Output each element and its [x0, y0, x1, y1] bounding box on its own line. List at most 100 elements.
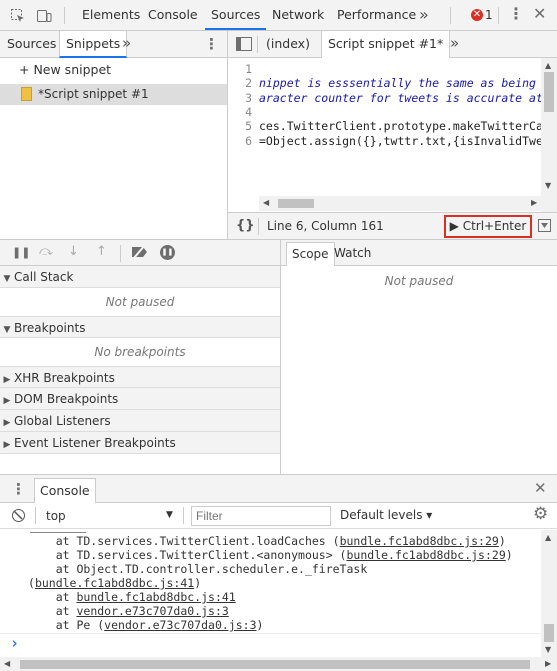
- source-link[interactable]: bundle.fc1abd8dbc.js:29: [340, 534, 499, 548]
- scope-tabbar: Scope Watch: [281, 240, 557, 266]
- call-stack-label: Call Stack: [14, 270, 74, 284]
- source-link[interactable]: vendor.e73c707da0.js:3: [104, 618, 256, 632]
- console-output[interactable]: at TD.services.TwitterClient.loadCaches …: [0, 530, 541, 657]
- close-devtools-icon[interactable]: ✕: [533, 6, 546, 22]
- deactivate-breakpoints-icon[interactable]: [131, 244, 149, 263]
- toolbar-divider: [64, 7, 65, 24]
- console-vertical-scrollbar[interactable]: ▲ ▼: [541, 530, 557, 657]
- tab-network[interactable]: Network: [266, 0, 330, 30]
- console-message-line: at bundle.fc1abd8dbc.js:41: [28, 590, 236, 604]
- scroll-down-arrow[interactable]: ▼: [545, 645, 551, 654]
- console-filter-input[interactable]: [191, 506, 331, 526]
- pause-icon[interactable]: ❚❚: [12, 246, 30, 260]
- pause-on-exceptions-icon[interactable]: ❚❚: [160, 245, 175, 260]
- navigator-menu-icon[interactable]: ⋮: [204, 37, 219, 52]
- console-horizontal-scrollbar[interactable]: ◀ ▶: [0, 657, 557, 671]
- snippet-file-icon: [21, 87, 32, 101]
- console-message-line: at Object.TD.controller.scheduler.e._fir…: [28, 562, 368, 576]
- scroll-up-arrow[interactable]: ▲: [545, 533, 551, 542]
- kebab-menu-icon[interactable]: ⋮: [508, 6, 524, 22]
- collapsed-triangle-icon: ▶: [3, 418, 11, 428]
- snippet-item[interactable]: *Script snippet #1: [0, 84, 227, 105]
- editor-tab-index[interactable]: (index): [266, 31, 310, 58]
- device-toolbar-icon[interactable]: [36, 8, 52, 28]
- collapsed-triangle-icon: ▶: [3, 440, 11, 450]
- navigator-tab-snippets[interactable]: Snippets: [59, 31, 128, 58]
- tab-console[interactable]: Console: [142, 0, 204, 30]
- new-snippet-button[interactable]: + New snippet: [19, 62, 111, 77]
- toolbar-divider: [258, 218, 259, 235]
- scrollbar-thumb[interactable]: [544, 624, 554, 642]
- breakpoints-label: Breakpoints: [14, 321, 86, 335]
- inspect-element-icon[interactable]: [10, 8, 26, 28]
- step-over-icon[interactable]: ⤼: [39, 245, 53, 259]
- xhr-breakpoints-header[interactable]: ▶ XHR Breakpoints: [0, 366, 280, 388]
- scope-panel: Scope Watch Not paused: [281, 240, 557, 474]
- scroll-right-arrow[interactable]: ▶: [545, 659, 551, 668]
- dom-breakpoints-header[interactable]: ▶ DOM Breakpoints: [0, 388, 280, 410]
- editor-tabbar: (index) Script snippet #1* »: [228, 31, 557, 58]
- tab-scope[interactable]: Scope: [286, 242, 335, 266]
- pretty-print-button[interactable]: {}: [236, 218, 255, 233]
- event-listener-breakpoints-label: Event Listener Breakpoints: [14, 436, 176, 450]
- source-link[interactable]: bundle.fc1abd8dbc.js:41: [35, 576, 194, 590]
- call-stack-status: Not paused: [105, 295, 175, 309]
- scroll-up-arrow[interactable]: ▲: [545, 61, 551, 70]
- scroll-left-arrow[interactable]: ◀: [263, 198, 269, 207]
- more-tabs-button[interactable]: »: [419, 5, 429, 24]
- editor-tab-snippet[interactable]: Script snippet #1*: [321, 31, 451, 58]
- editor-panel: (index) Script snippet #1* » 1 2 nippet is…: [228, 31, 557, 239]
- drawer-menu-icon[interactable]: ⋮: [11, 482, 26, 497]
- tab-elements[interactable]: Elements: [76, 0, 146, 30]
- error-icon[interactable]: ✕: [471, 9, 483, 21]
- step-out-icon[interactable]: ↑: [96, 245, 107, 259]
- scrollbar-thumb[interactable]: [544, 72, 554, 112]
- toggle-debugger-icon[interactable]: [538, 219, 551, 232]
- source-link[interactable]: bundle.fc1abd8dbc.js:41: [76, 590, 235, 604]
- step-into-icon[interactable]: ↓: [68, 245, 79, 259]
- code-line: nippet is esssentially the same as being…: [259, 76, 541, 91]
- navigator-tab-sources[interactable]: Sources: [7, 31, 56, 58]
- main-toolbar: Elements Console Sources Network Perform…: [0, 0, 557, 31]
- scope-status: Not paused: [384, 274, 454, 288]
- code-line: aracter counter for tweets is accurate a…: [259, 90, 541, 105]
- stack-frame-text: at Object.TD.controller.scheduler.e._fir…: [28, 562, 368, 576]
- editor-more-button[interactable]: »: [450, 34, 459, 52]
- hscrollbar-thumb[interactable]: [20, 660, 530, 669]
- console-message-line: at TD.services.TwitterClient.<anonymous>…: [28, 548, 513, 562]
- global-listeners-header[interactable]: ▶ Global Listeners: [0, 410, 280, 432]
- source-link[interactable]: vendor.e73c707da0.js:3: [76, 604, 228, 618]
- run-snippet-button[interactable]: ▶ Ctrl+Enter: [444, 215, 532, 238]
- hscrollbar-thumb[interactable]: [278, 199, 314, 208]
- drawer-tab-console[interactable]: Console: [34, 478, 96, 503]
- prompt-icon: ›: [10, 634, 20, 652]
- navigator-more-button[interactable]: »: [122, 34, 131, 52]
- console-message-line: at Pe (vendor.e73c707da0.js:3): [28, 618, 264, 632]
- toolbar-divider: [183, 507, 184, 524]
- console-settings-icon[interactable]: ⚙: [533, 506, 548, 523]
- clear-console-icon[interactable]: [12, 509, 25, 522]
- editor-statusbar: {} Line 6, Column 161 ▶ Ctrl+Enter: [228, 212, 557, 239]
- tab-performance[interactable]: Performance: [331, 0, 422, 30]
- call-stack-header[interactable]: ▼ Call Stack: [0, 266, 280, 288]
- event-listener-breakpoints-header[interactable]: ▶ Event Listener Breakpoints: [0, 432, 280, 454]
- tab-watch[interactable]: Watch: [334, 242, 371, 266]
- source-link[interactable]: bundle.fc1abd8dbc.js:29: [347, 548, 506, 562]
- debugger-toolbar: ❚❚ ⤼ ↓ ↑ ❚❚: [0, 240, 280, 266]
- error-count[interactable]: 1: [485, 8, 493, 22]
- log-levels-dropdown[interactable]: Default levels ▾: [340, 508, 432, 522]
- breakpoints-header[interactable]: ▼ Breakpoints: [0, 316, 280, 338]
- scroll-right-arrow[interactable]: ▶: [531, 198, 537, 207]
- toolbar-divider: [450, 7, 451, 24]
- editor-horizontal-scrollbar[interactable]: ◀ ▶: [259, 196, 541, 211]
- toggle-navigator-icon[interactable]: [236, 37, 252, 55]
- scroll-left-arrow[interactable]: ◀: [4, 659, 10, 668]
- cursor-position: Line 6, Column 161: [267, 219, 384, 233]
- tab-sources[interactable]: Sources: [205, 0, 267, 30]
- line-number: 1: [245, 62, 252, 76]
- context-selector[interactable]: top ▼: [40, 506, 178, 526]
- console-prompt-row[interactable]: ›: [0, 633, 541, 655]
- scroll-down-arrow[interactable]: ▼: [545, 181, 551, 190]
- editor-vertical-scrollbar[interactable]: ▲ ▼: [541, 58, 557, 225]
- close-drawer-icon[interactable]: ✕: [534, 481, 547, 496]
